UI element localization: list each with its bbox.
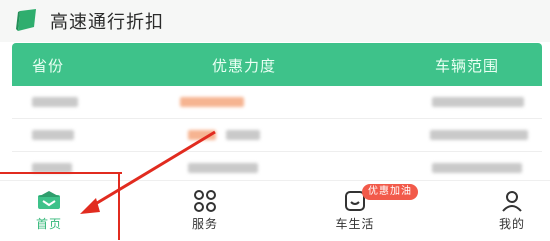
tab-services[interactable]: 服务 [150,181,260,241]
blurred-cell [32,97,78,107]
blurred-cell [430,130,528,140]
promo-badge[interactable]: 优惠加油 [362,184,418,200]
table-row[interactable] [12,119,542,152]
tab-label: 我的 [498,217,525,231]
blurred-cell [180,97,244,107]
tab-label: 车生活 [335,217,375,231]
app-logo-icon [16,9,36,31]
user-icon [502,191,522,212]
annotation-box [0,172,120,240]
blurred-cell [432,163,522,173]
blurred-cell [188,163,258,173]
blurred-cell [432,97,524,107]
blurred-cell [32,130,74,140]
page-title: 高速通行折扣 [50,12,164,33]
discount-table-body [12,86,542,185]
app-header: 高速通行折扣 [0,0,550,42]
tab-mine[interactable]: 我的 [457,181,550,241]
tab-label: 服务 [191,217,218,231]
column-header-province: 省份 [32,57,65,75]
table-row[interactable] [12,86,542,119]
column-header-vehicle-range: 车辆范围 [435,57,500,75]
table-header: 省份 优惠力度 车辆范围 [12,43,542,86]
blurred-cell [226,130,260,140]
column-header-discount: 优惠力度 [212,57,277,75]
blurred-cell [188,130,216,140]
grid-icon [194,190,216,212]
